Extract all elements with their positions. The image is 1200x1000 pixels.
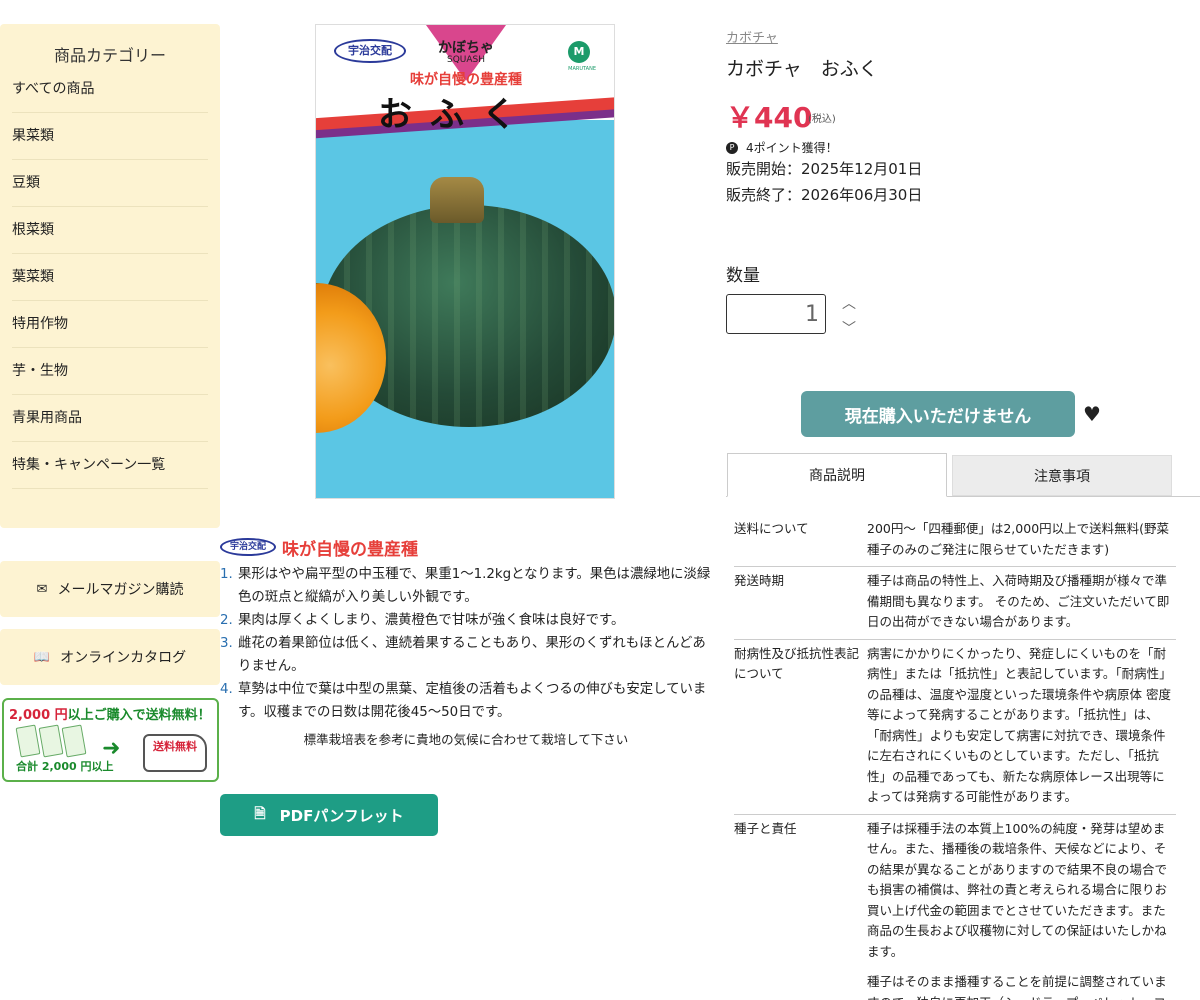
category-item-root-vegetables[interactable]: 根菜類 (12, 207, 208, 254)
points-icon: P (726, 141, 738, 154)
category-title: 商品カテゴリー (53, 46, 166, 65)
maker-logo-icon: M (568, 41, 590, 63)
book-icon: 📖 (33, 649, 51, 665)
description-points: 1. 果形はやや扁平型の中玉種で、果重1〜1.2kgとなります。果色は濃緑地に淡緑… (220, 563, 712, 724)
info-tabs: 商品説明 注意事項 (726, 453, 1200, 497)
description-point: 2. 果肉は厚くよくしまり、濃黄橙色で甘味が強く食味は良好です。 (220, 613, 625, 628)
package-name: おふく (378, 95, 534, 135)
description-point: 4. 草勢は中位で葉は中型の黒葉、定植後の活着もよくつるの伸びも安定しています。収… (220, 682, 707, 720)
info-value: 病害にかかりにくかったり、発症しにくいものを「耐病性」または「抵抗性」と表記して… (867, 645, 1172, 805)
table-row: 発送時期 種子は商品の特性上、入荷時期及び播種期が様々で準備期間も異なります。 … (734, 567, 1176, 640)
info-value: 種子は商品の特性上、入荷時期及び播種期が様々で準備期間も異なります。 そのため、… (867, 573, 1170, 629)
info-key: 発送時期 (734, 573, 785, 588)
info-key: 種子と責任 (734, 820, 797, 836)
info-value: 種子は採種手法の本質上100%の純度・発芽は望めません。また、播種後の栽培条件、… (867, 819, 1176, 1000)
category-item-beans[interactable]: 豆類 (12, 160, 208, 207)
breadcrumb-category-link[interactable]: カボチャ (726, 27, 778, 46)
pdf-pamphlet-button[interactable]: 🗎 PDFパンフレット (220, 794, 438, 836)
category-item-produce[interactable]: 青果用商品 (12, 395, 208, 442)
pdf-file-icon: 🗎 (254, 806, 266, 822)
sale-start-date: 販売開始：2025年12月01日 (726, 160, 923, 178)
sale-end-date: 販売終了：2026年06月30日 (726, 186, 923, 204)
description-point: 1. 果形はやや扁平型の中玉種で、果重1〜1.2kgとなります。果色は濃緑地に淡緑… (220, 567, 711, 605)
product-description: 宇治交配 味が自慢の豊産種 1. 果形はやや扁平型の中玉種で、果重1〜1.2kgと… (220, 534, 712, 748)
product-price: ￥440 (726, 101, 813, 134)
package-kind-en: SQUASH (446, 55, 486, 65)
pdf-pamphlet-label: PDFパンフレット (279, 806, 404, 825)
category-panel: 商品カテゴリー すべての商品 果菜類 豆類 根菜類 葉菜類 特用作物 芋・生物 … (0, 24, 220, 528)
package-brand-badge: 宇治交配 (334, 39, 406, 63)
category-item-campaigns[interactable]: 特集・キャンペーン一覧 (12, 442, 208, 489)
purchase-button[interactable]: 現在購入いただけません (801, 391, 1075, 437)
quantity-decrease-chevron-down-icon[interactable]: ﹀ (840, 321, 858, 337)
description-brand-badge: 宇治交配 (220, 538, 276, 556)
envelope-icon: ✉ (36, 581, 48, 597)
category-item-special-crops[interactable]: 特用作物 (12, 301, 208, 348)
tab-notes[interactable]: 注意事項 (952, 455, 1172, 496)
tax-included-label: (税込) (808, 114, 836, 125)
quantity-label: 数量 (726, 266, 760, 286)
info-table: 送料について 200円〜「四種郵便」は2,000円以上で送料無料(野菜種子のみの… (734, 515, 1176, 1000)
info-value-continued: 種子はそのまま播種することを前提に調整されていますので、独自に再加工（シードテー… (867, 974, 1167, 1000)
newsletter-label: メールマガジン購読 (57, 582, 184, 598)
category-item-leaf-vegetables[interactable]: 葉菜類 (12, 254, 208, 301)
package-subtitle: 味が自慢の豊産種 (410, 72, 522, 88)
info-key: 送料について (734, 521, 809, 536)
tab-product-description[interactable]: 商品説明 (727, 453, 947, 497)
info-key: 耐病性及び抵抗性表記について (734, 645, 860, 681)
info-value: 200円〜「四種郵便」は2,000円以上で送料無料(野菜種子のみのご発注に限らせ… (867, 521, 1170, 557)
table-row: 送料について 200円〜「四種郵便」は2,000円以上で送料無料(野菜種子のみの… (734, 515, 1176, 567)
description-title: 味が自慢の豊産種 (282, 539, 418, 560)
category-list: すべての商品 果菜類 豆類 根菜類 葉菜類 特用作物 芋・生物 青果用商品 特集… (0, 68, 220, 489)
online-catalog-label: オンラインカタログ (60, 650, 187, 666)
description-point: 3. 雌花の着果節位は低く、連続着果することもあり、果形のくずれもほとんどありませ… (220, 636, 706, 674)
product-title: カボチャ おふく (726, 58, 878, 80)
quantity-input[interactable] (726, 294, 826, 334)
table-row: 種子と責任 種子は採種手法の本質上100%の純度・発芽は望めません。また、播種後… (734, 815, 1176, 1000)
description-header: 宇治交配 味が自慢の豊産種 (220, 534, 712, 560)
cultivation-note: 標準栽培表を参考に貴地の気候に合わせて栽培して下さい (303, 732, 629, 747)
free-shipping-banner[interactable]: 2,000 円以上ご購入で送料無料！ ➜ 送料無料 合計 2,000 円以上 (2, 698, 219, 782)
free-shipping-total: 合計 2,000 円以上 (16, 760, 114, 773)
favorite-heart-icon[interactable]: ♥ (1083, 402, 1101, 426)
package-kind: かぼちゃ (438, 40, 494, 56)
points-text: 4ポイント獲得！ (746, 141, 838, 155)
product-image: 宇治交配 かぼちゃ SQUASH M MARUTANE 味が自慢の豊産種 おふく (315, 24, 615, 499)
category-item-potatoes[interactable]: 芋・生物 (12, 348, 208, 395)
category-item-all[interactable]: すべての商品 (12, 68, 208, 113)
category-item-fruit-vegetables[interactable]: 果菜類 (12, 113, 208, 160)
points-earned: P 4ポイント獲得！ (726, 139, 838, 156)
free-shipping-headline: 2,000 円以上ご購入で送料無料！ (9, 708, 211, 723)
seed-packets-icon (15, 724, 87, 758)
quantity-increase-chevron-up-icon[interactable]: ︿ (840, 296, 858, 312)
online-catalog-button[interactable]: 📖 オンラインカタログ (0, 629, 220, 685)
table-row: 耐病性及び抵抗性表記について 病害にかかりにくかったり、発症しにくいものを「耐病… (734, 640, 1176, 815)
info-value-text: 種子は採種手法の本質上100%の純度・発芽は望めません。また、播種後の栽培条件、… (867, 820, 1168, 959)
newsletter-button[interactable]: ✉ メールマガジン購読 (0, 561, 220, 617)
delivery-truck-icon: 送料無料 (143, 734, 207, 772)
squash-stem (430, 177, 484, 223)
